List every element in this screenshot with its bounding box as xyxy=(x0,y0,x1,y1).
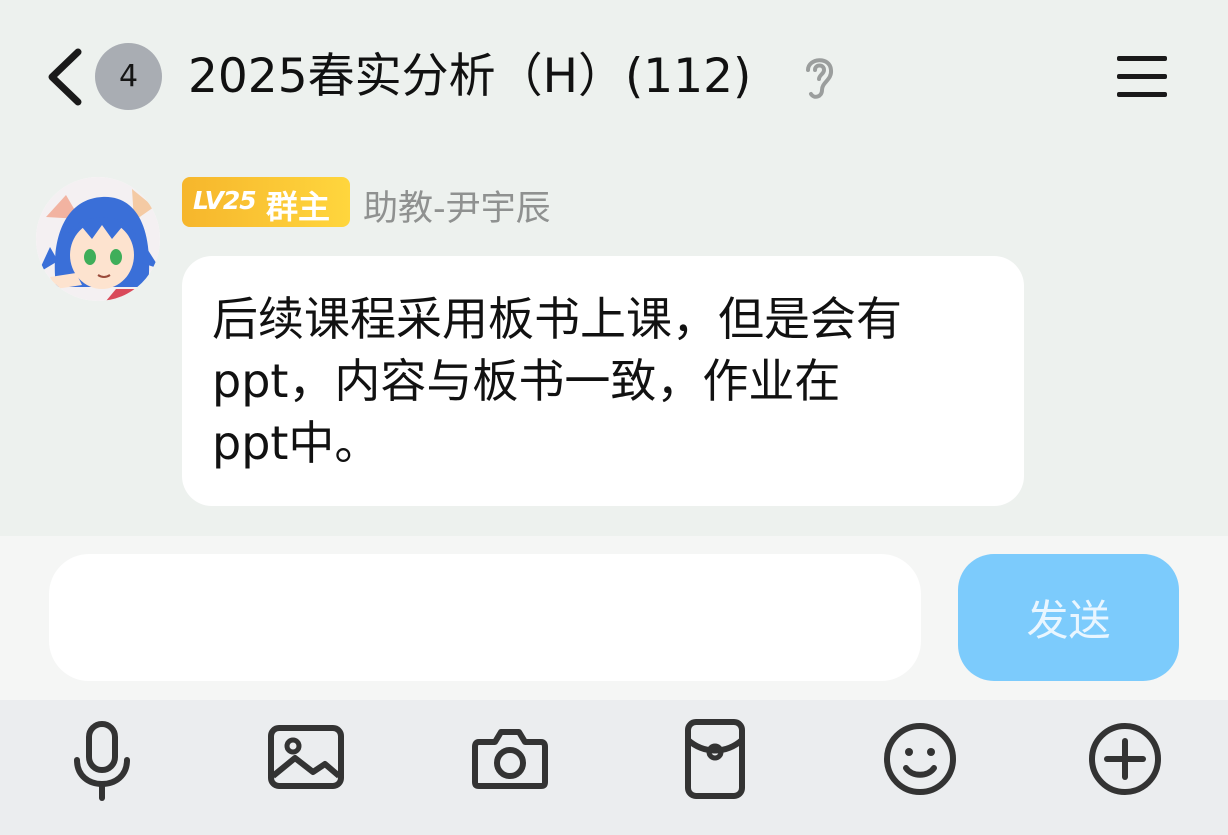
role-text: 群主 xyxy=(266,188,331,226)
plus-circle-icon xyxy=(1089,723,1161,795)
message-text: 后续课程采用板书上课，但是会有 ppt，内容与板书一致，作业在 ppt中。 xyxy=(212,292,902,470)
message-bubble[interactable]: 后续课程采用板书上课，但是会有 ppt，内容与板书一致，作业在 ppt中。 xyxy=(182,256,1024,506)
unread-count-badge[interactable]: 4 xyxy=(95,43,162,110)
red-packet-button[interactable] xyxy=(670,714,760,804)
red-packet-icon xyxy=(685,719,745,799)
emoji-icon xyxy=(884,723,956,795)
emoji-button[interactable] xyxy=(875,714,965,804)
input-toolbar xyxy=(0,700,1228,835)
sender-name[interactable]: 助教-尹宇辰 xyxy=(363,180,551,231)
microphone-icon xyxy=(74,721,130,801)
chevron-left-icon xyxy=(48,48,82,106)
image-button[interactable] xyxy=(261,714,351,804)
sender-avatar[interactable] xyxy=(36,177,160,301)
group-title[interactable]: 2025春实分析（H）(112) xyxy=(188,44,751,110)
input-bar: 发送 xyxy=(0,536,1228,700)
camera-button[interactable] xyxy=(465,714,555,804)
level-text: LV25 xyxy=(193,186,257,215)
back-button[interactable] xyxy=(40,42,92,112)
chat-screen: 4 2025春实分析（H）(112) LV25 群主 助教-尹宇辰 后续课程采用… xyxy=(0,0,1228,835)
more-button[interactable] xyxy=(1080,714,1170,804)
level-badge: LV25 群主 xyxy=(182,177,350,227)
message-input[interactable] xyxy=(49,554,921,681)
menu-button[interactable] xyxy=(1112,52,1172,102)
camera-icon xyxy=(472,729,548,789)
chat-header: 4 2025春实分析（H）(112) xyxy=(0,0,1228,150)
voice-button[interactable] xyxy=(57,714,147,804)
send-button[interactable]: 发送 xyxy=(958,554,1179,681)
hamburger-menu-icon xyxy=(1117,56,1167,97)
image-icon xyxy=(268,725,344,789)
ear-icon xyxy=(800,52,838,102)
